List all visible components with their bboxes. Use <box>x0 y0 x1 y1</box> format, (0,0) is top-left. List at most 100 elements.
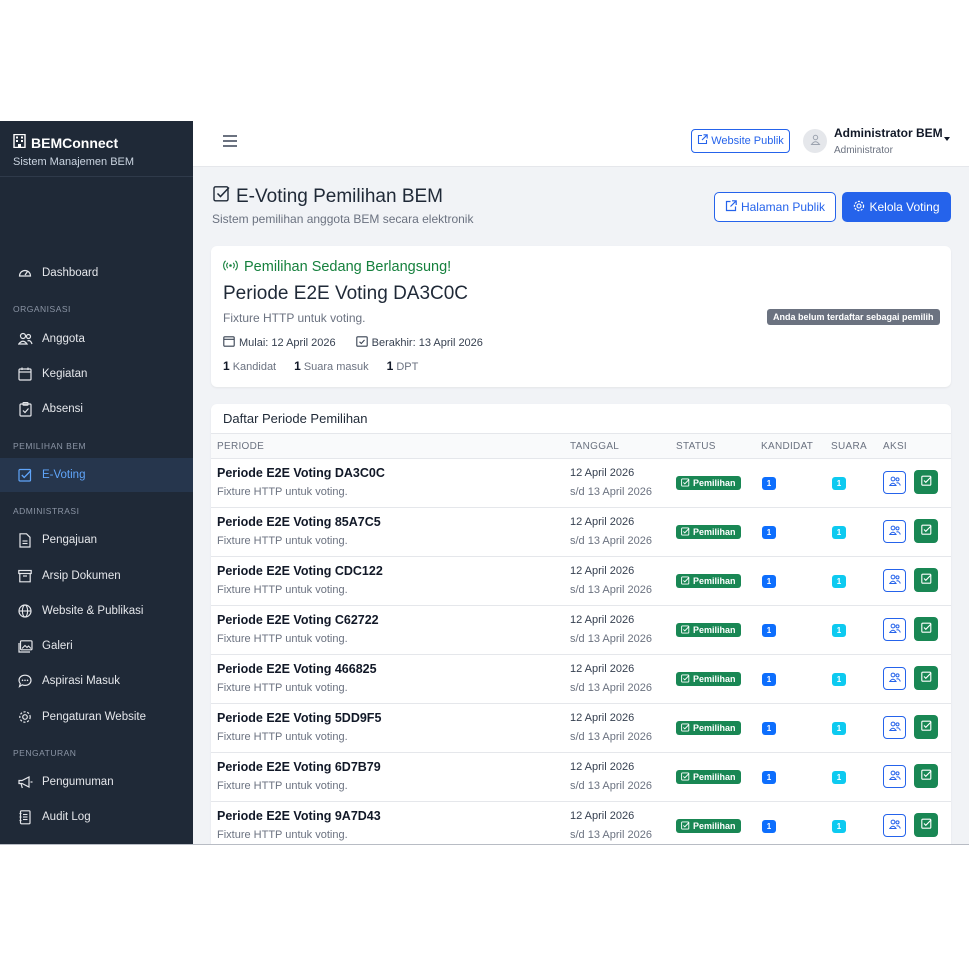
halaman-publik-button[interactable]: Halaman Publik <box>714 192 836 222</box>
sidebar-item-pengajuan[interactable]: Pengajuan <box>0 523 193 557</box>
status-label: Pemilihan <box>693 478 736 488</box>
manage-candidates-button[interactable] <box>883 471 906 494</box>
kandidat-count-badge: 1 <box>762 477 776 490</box>
period-description: Fixture HTTP untuk voting. <box>217 584 348 596</box>
suara-count-badge: 1 <box>832 526 846 539</box>
section-administrasi: ADMINISTRASI <box>13 506 80 516</box>
period-description: Fixture HTTP untuk voting. <box>217 731 348 743</box>
images-icon <box>17 638 33 654</box>
sidebar-item-website-publikasi[interactable]: Website & Publikasi <box>0 594 193 628</box>
sidebar-item-pengaturan-website[interactable]: Pengaturan Website <box>0 700 193 734</box>
kandidat-count-badge: 1 <box>762 575 776 588</box>
sidebar-item-arsip-dokumen[interactable]: Arsip Dokumen <box>0 559 193 593</box>
sidebar-item-dashboard[interactable]: Dashboard <box>0 256 193 290</box>
period-date-start: 12 April 2026 <box>570 761 635 773</box>
sidebar-item-kegiatan[interactable]: Kegiatan <box>0 357 193 391</box>
user-name[interactable]: Administrator BEM <box>834 126 943 140</box>
vote-button[interactable] <box>914 715 938 739</box>
section-pemilihan-bem: PEMILIHAN BEM <box>13 441 87 451</box>
menu-toggle-icon[interactable] <box>223 135 237 149</box>
period-date-start: 12 April 2026 <box>570 712 635 724</box>
vote-button[interactable] <box>914 568 938 592</box>
active-election-card: Pemilihan Sedang Berlangsung! Periode E2… <box>211 246 951 387</box>
period-description: Fixture HTTP untuk voting. <box>217 829 348 841</box>
status-label: Pemilihan <box>693 723 736 733</box>
manage-candidates-button[interactable] <box>883 618 906 641</box>
period-name: Periode E2E Voting DA3C0C <box>217 466 385 480</box>
stat-dpt-label: DPT <box>396 361 419 373</box>
status-label: Pemilihan <box>693 772 736 782</box>
vote-button[interactable] <box>914 470 938 494</box>
sidebar-item-galeri[interactable]: Galeri <box>0 629 193 663</box>
manage-candidates-button[interactable] <box>883 716 906 739</box>
manage-candidates-button[interactable] <box>883 667 906 690</box>
check-square-icon <box>920 669 932 687</box>
stat-dpt: 1 DPT <box>387 359 419 373</box>
period-name: Periode E2E Voting 9A7D43 <box>217 809 381 823</box>
building-icon <box>13 133 26 151</box>
period-name: Periode E2E Voting CDC122 <box>217 564 383 578</box>
sidebar-item-label: Galeri <box>42 640 73 652</box>
vote-button[interactable] <box>914 764 938 788</box>
active-election-dates: Mulai: 12 April 2026 Berakhir: 13 April … <box>223 335 483 350</box>
table-row: Periode E2E Voting 9A7D43 Fixture HTTP un… <box>211 802 951 844</box>
status-label: Pemilihan <box>693 674 736 684</box>
check-square-icon <box>681 477 690 489</box>
table-header: PERIODE TANGGAL STATUS KANDIDAT SUARA AK… <box>211 433 951 459</box>
manage-candidates-button[interactable] <box>883 520 906 543</box>
manage-candidates-button[interactable] <box>883 814 906 837</box>
website-publik-button[interactable]: Website Publik <box>691 129 790 153</box>
broadcast-icon <box>223 259 238 275</box>
sidebar-item-label: Kegiatan <box>42 368 88 380</box>
period-name: Periode E2E Voting 466825 <box>217 662 377 676</box>
sidebar-item-absensi[interactable]: Absensi <box>0 392 193 426</box>
vote-button[interactable] <box>914 666 938 690</box>
status-badge: Pemilihan <box>676 819 741 833</box>
status-badge: Pemilihan <box>676 770 741 784</box>
stat-suara: 1 Suara masuk <box>294 359 369 373</box>
voter-status-badge: Anda belum terdaftar sebagai pemilih <box>767 309 940 325</box>
vote-button[interactable] <box>914 813 938 837</box>
caret-down-icon[interactable] <box>944 137 950 141</box>
check-square-icon <box>920 571 932 589</box>
suara-count-badge: 1 <box>832 477 846 490</box>
check-square-icon <box>213 185 230 208</box>
kandidat-count-badge: 1 <box>762 673 776 686</box>
kelola-voting-button[interactable]: Kelola Voting <box>842 192 951 222</box>
vote-button[interactable] <box>914 519 938 543</box>
period-date-end: s/d 13 April 2026 <box>570 486 652 498</box>
kandidat-count-badge: 1 <box>762 624 776 637</box>
sidebar-item-pengumuman[interactable]: Pengumuman <box>0 765 193 799</box>
suara-count-badge: 1 <box>832 771 846 784</box>
check-square-icon <box>17 467 33 483</box>
period-description: Fixture HTTP untuk voting. <box>217 486 348 498</box>
period-name: Periode E2E Voting 85A7C5 <box>217 515 381 529</box>
period-name: Periode E2E Voting C62722 <box>217 613 379 627</box>
sidebar-item-aspirasi-masuk[interactable]: Aspirasi Masuk <box>0 664 193 698</box>
period-name: Periode E2E Voting 5DD9F5 <box>217 711 382 725</box>
sidebar-item-anggota[interactable]: Anggota <box>0 322 193 356</box>
live-status-text: Pemilihan Sedang Berlangsung! <box>244 259 452 275</box>
sidebar-item-label: E-Voting <box>42 469 86 481</box>
vote-button[interactable] <box>914 617 938 641</box>
manage-candidates-button[interactable] <box>883 569 906 592</box>
gear-icon <box>17 709 33 725</box>
users-icon <box>888 474 901 492</box>
col-suara: SUARA <box>831 441 867 452</box>
sidebar-item-label: Arsip Dokumen <box>42 570 121 582</box>
check-square-icon <box>681 673 690 685</box>
table-title: Daftar Periode Pemilihan <box>223 411 368 426</box>
sidebar-item-audit-log[interactable]: Audit Log <box>0 800 193 834</box>
window-bottom-edge <box>0 844 969 845</box>
check-square-icon <box>920 620 932 638</box>
table-row: Periode E2E Voting DA3C0C Fixture HTTP un… <box>211 459 951 508</box>
megaphone-icon <box>17 774 33 790</box>
check-square-icon <box>920 767 932 785</box>
user-icon <box>810 132 821 150</box>
period-name: Periode E2E Voting 6D7B79 <box>217 760 381 774</box>
status-badge: Pemilihan <box>676 525 741 539</box>
manage-candidates-button[interactable] <box>883 765 906 788</box>
sidebar-item-e-voting[interactable]: E-Voting <box>0 458 193 492</box>
avatar[interactable] <box>803 129 827 153</box>
brand: BEMConnect Sistem Manajemen BEM <box>0 121 193 177</box>
